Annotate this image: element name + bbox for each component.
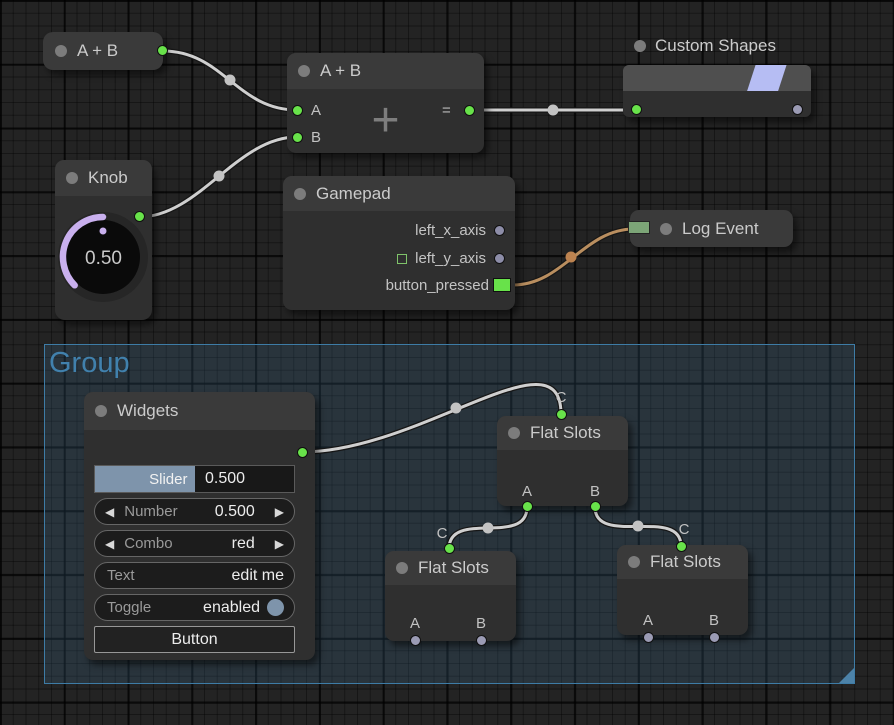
node-custom-shapes[interactable] [623,65,811,117]
graph-canvas[interactable]: Group [0,0,894,725]
text-widget[interactable]: Text edit me [94,562,295,589]
combo-widget[interactable]: ◀ Combo red ▶ [94,530,295,557]
collapse-dot[interactable] [55,45,67,57]
custom-shapes-title[interactable]: Custom Shapes [634,36,776,56]
collapse-dot[interactable] [66,172,78,184]
input-label-c: C [550,389,572,406]
text-label: Text [107,567,135,584]
collapse-dot[interactable] [634,40,646,52]
node-add[interactable]: A + B A B = + [287,53,484,153]
number-label: Number [124,503,177,520]
number-widget[interactable]: ◀ Number 0.500 ▶ [94,498,295,525]
output-label-a: A [637,612,659,629]
node-title-label: Flat Slots [650,552,721,572]
link-add-collapsed-to-a [163,51,297,110]
output-slot-b[interactable] [476,635,487,646]
arrow-left-icon[interactable]: ◀ [105,537,114,551]
node-widgets[interactable]: Widgets Slider 0.500 ◀ Number 0.500 ▶ ◀ … [84,392,315,660]
node-add-collapsed[interactable]: A + B [43,32,163,70]
output-slot-left-y-axis[interactable] [494,253,505,264]
output-slot-left-x-axis[interactable] [494,225,505,236]
node-log-event[interactable]: Log Event [630,210,793,247]
slider-label: Slider [149,471,187,488]
output-slot-button-pressed[interactable] [493,278,511,292]
slider-widget[interactable]: Slider 0.500 [94,465,295,493]
node-title-label: Knob [88,168,128,188]
group-title[interactable]: Group [49,347,130,380]
output-label-button-pressed: button_pressed [386,277,489,294]
node-flat-slots-left[interactable]: Flat Slots C A B [385,551,516,641]
output-label-left-x-axis: left_x_axis [415,222,486,239]
collapse-dot[interactable] [298,65,310,77]
text-value: edit me [232,567,284,585]
toggle-widget[interactable]: Toggle enabled [94,594,295,621]
input-label-c: C [673,521,695,538]
square-marker-icon [397,254,407,264]
node-title-label: Widgets [117,401,178,421]
slider-value: 0.500 [205,466,245,492]
combo-label: Combo [124,535,172,552]
output-slot-b[interactable] [590,501,601,512]
output-slot-b[interactable] [709,632,720,643]
output-label-b: B [584,483,606,500]
output-label-b: B [470,615,492,632]
node-flat-slots-top[interactable]: Flat Slots C A B [497,416,628,506]
button-label: Button [171,631,217,649]
output-label-left-y-axis: left_y_axis [415,250,486,267]
output-slot-a[interactable] [643,632,654,643]
input-slot-c[interactable] [444,543,455,554]
node-flat-slots-right[interactable]: Flat Slots C A B [617,545,748,635]
node-title-label: Log Event [682,219,759,239]
event-input-slot[interactable] [628,221,650,234]
node-knob[interactable]: Knob 0.50 [55,160,152,320]
number-value: 0.500 [215,503,255,521]
link-buttonpressed-to-logevent [513,229,634,285]
collapse-dot[interactable] [95,405,107,417]
output-label-a: A [404,615,426,632]
output-label-a: A [516,483,538,500]
custom-shape-parallelogram [746,65,787,91]
input-slot-c[interactable] [676,541,687,552]
arrow-right-icon[interactable]: ▶ [275,537,284,551]
collapse-dot[interactable] [396,562,408,574]
collapse-dot[interactable] [508,427,520,439]
input-label-c: C [431,525,453,542]
node-title-label: Gamepad [316,184,391,204]
knob-value: 0.50 [55,248,152,270]
output-slot[interactable] [157,45,168,56]
node-title-label: Flat Slots [530,423,601,443]
plus-icon: + [287,97,484,145]
toggle-label: Toggle [107,599,151,616]
toggle-value: enabled [203,599,260,617]
combo-value: red [232,535,255,553]
input-slot[interactable] [631,104,642,115]
arrow-left-icon[interactable]: ◀ [105,505,114,519]
node-title-label: Flat Slots [418,558,489,578]
node-title-label: Custom Shapes [655,36,776,56]
node-title-label: A + B [320,61,361,81]
custom-shape-bar [623,65,811,91]
output-slot[interactable] [792,104,803,115]
group-resize-handle[interactable] [839,668,854,683]
link-knob-to-b [139,137,297,217]
node-gamepad[interactable]: Gamepad left_x_axis left_y_axis button_p… [283,176,515,310]
collapse-dot[interactable] [294,188,306,200]
collapse-dot[interactable] [660,223,672,235]
output-slot[interactable] [297,447,308,458]
output-label-b: B [703,612,725,629]
toggle-knob-icon[interactable] [267,599,284,616]
output-slot-a[interactable] [410,635,421,646]
button-widget[interactable]: Button [94,626,295,653]
output-slot-a[interactable] [522,501,533,512]
arrow-right-icon[interactable]: ▶ [275,505,284,519]
collapse-dot[interactable] [628,556,640,568]
node-title-label: A + B [77,41,118,61]
input-slot-c[interactable] [556,409,567,420]
